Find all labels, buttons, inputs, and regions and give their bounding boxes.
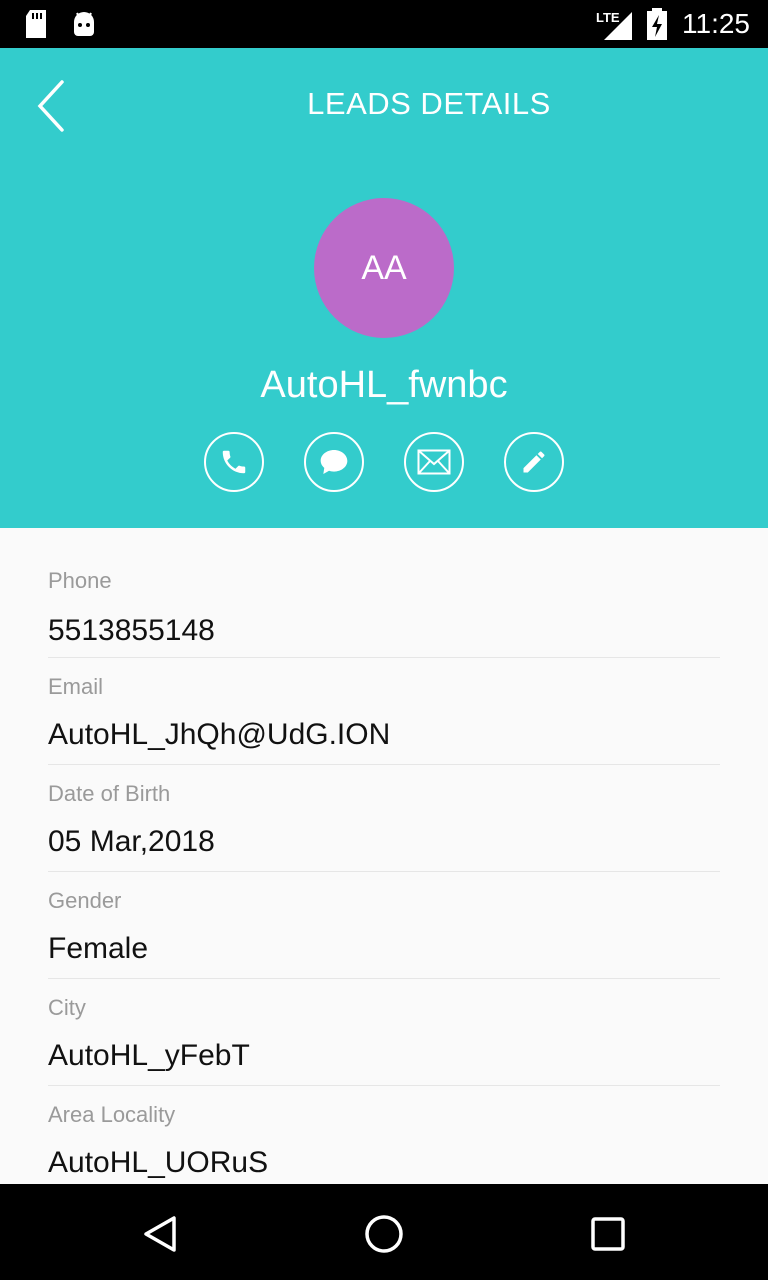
field-value: AutoHL_UORuS: [48, 1146, 269, 1179]
page-title: LEADS DETAILS: [307, 86, 551, 121]
field-value: AutoHL_yFebT: [48, 1039, 250, 1072]
square-recents-icon: [591, 1217, 625, 1251]
field-label: Area Locality: [48, 1102, 176, 1127]
avatar: AA: [314, 198, 454, 338]
triangle-back-icon: [144, 1216, 176, 1252]
status-bar: LTE 11:25: [0, 0, 768, 48]
nav-back-button[interactable]: [136, 1210, 184, 1258]
message-button[interactable]: [304, 432, 364, 492]
signal-icon: [604, 12, 632, 40]
phone-icon: [222, 450, 246, 474]
navigation-bar: [0, 1184, 768, 1280]
field-email[interactable]: Email AutoHL_JhQh@UdG.ION: [48, 658, 720, 765]
field-value: 05 Mar,2018: [48, 825, 215, 858]
field-value: Female: [48, 932, 149, 965]
field-city[interactable]: City AutoHL_yFebT: [48, 979, 720, 1086]
lead-header: LEADS DETAILS AA AutoHL_fwnbc: [0, 48, 768, 528]
sd-card-icon: [26, 10, 46, 38]
circle-home-icon: [365, 1215, 403, 1253]
edit-icon: [523, 451, 545, 473]
field-value: AutoHL_JhQh@UdG.ION: [48, 718, 391, 751]
field-area-locality[interactable]: Area Locality AutoHL_UORuS: [48, 1086, 720, 1193]
field-value: 5513855148: [48, 614, 215, 647]
battery-charging-icon: [647, 8, 667, 40]
field-label: Date of Birth: [48, 781, 171, 806]
nav-recents-button[interactable]: [584, 1210, 632, 1258]
field-label: Email: [48, 674, 104, 699]
nav-home-button[interactable]: [360, 1210, 408, 1258]
field-label: Gender: [48, 888, 122, 913]
field-gender[interactable]: Gender Female: [48, 872, 720, 979]
lead-name: AutoHL_fwnbc: [260, 364, 508, 406]
field-phone[interactable]: Phone 5513855148: [48, 528, 720, 658]
avatar-initials: AA: [361, 248, 407, 287]
lead-details-list: Phone 5513855148 Email AutoHL_JhQh@UdG.I…: [48, 528, 720, 1193]
android-icon: [74, 12, 94, 36]
call-button[interactable]: [204, 432, 264, 492]
edit-button[interactable]: [504, 432, 564, 492]
field-label: Phone: [48, 568, 112, 593]
field-label: City: [48, 995, 86, 1020]
field-date-of-birth[interactable]: Date of Birth 05 Mar,2018: [48, 765, 720, 872]
chat-icon: [320, 450, 348, 474]
email-button[interactable]: [404, 432, 464, 492]
mail-icon: [417, 449, 451, 475]
clock: 11:25: [682, 8, 750, 39]
